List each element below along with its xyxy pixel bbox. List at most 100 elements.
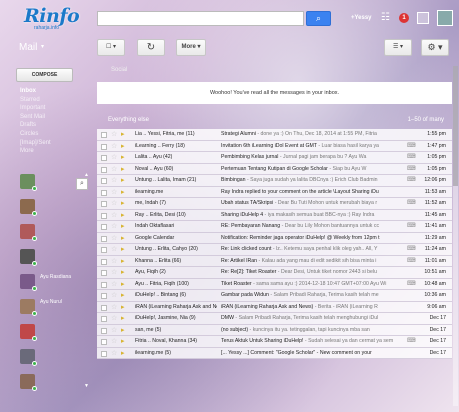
star-icon[interactable]: ☆ (111, 325, 117, 337)
star-icon[interactable]: ☆ (111, 141, 117, 153)
star-icon[interactable]: ☆ (111, 198, 117, 210)
row-checkbox[interactable] (101, 143, 107, 150)
star-icon[interactable]: ☆ (111, 164, 117, 176)
table-row[interactable]: ☆ ▸ Noval .. Ayu (60) Pertemuan Tentang Kut… (97, 163, 452, 176)
chat-contact[interactable] (18, 222, 92, 246)
sidebar-item-imap-sent[interactable]: [Imap]/Sent (20, 139, 80, 148)
star-icon[interactable]: ☆ (111, 256, 117, 268)
table-row[interactable]: ☆ ▸ Lalita .. Ayu (42) Pembimbing Kelas jur… (97, 152, 452, 164)
row-checkbox[interactable] (101, 339, 107, 345)
row-checkbox[interactable] (101, 132, 107, 138)
importance-marker-icon[interactable]: ▸ (121, 325, 125, 337)
chat-contact[interactable]: Ayu Rasdiana (18, 272, 92, 296)
more-button[interactable]: More ▾ (176, 39, 206, 56)
importance-marker-icon[interactable]: ▸ (121, 313, 125, 325)
row-checkbox[interactable] (101, 281, 107, 288)
importance-marker-icon[interactable]: ▸ (121, 198, 125, 210)
row-checkbox[interactable] (101, 258, 107, 265)
row-checkbox[interactable] (101, 304, 107, 311)
table-row[interactable]: ☆ ▸ iDuHelp!, Jasmine, Nia (9) DMW - Salam … (97, 313, 452, 325)
table-row[interactable]: ☆ ▸ Khanna .. Erlita (66) Re: Artikel IRan … (97, 255, 452, 268)
importance-marker-icon[interactable]: ▸ (121, 348, 125, 360)
row-checkbox[interactable] (101, 247, 107, 253)
row-checkbox[interactable] (101, 327, 107, 334)
section-header[interactable]: Social (97, 66, 447, 78)
table-row[interactable]: ☆▸iRAN (iLearning Raharja Ask and News)i… (97, 301, 452, 314)
sidebar-item-circles[interactable]: Circles (20, 130, 80, 139)
share-icon[interactable] (417, 12, 429, 24)
search-input[interactable] (97, 11, 304, 26)
row-checkbox[interactable] (101, 293, 107, 299)
importance-marker-icon[interactable]: ▸ (121, 129, 125, 141)
notification-badge[interactable]: 1 (399, 13, 409, 23)
table-row[interactable]: ☆ ▸ Ayu .. Fitria, Fiqih (100) Tiket Roaste… (97, 278, 452, 291)
user-name-link[interactable]: +Yessy (351, 15, 372, 21)
table-row[interactable]: ☆ ▸ ilearning.me Ray Indra replied to your … (97, 186, 452, 199)
search-button[interactable]: ⌕ (306, 11, 331, 26)
star-icon[interactable]: ☆ (111, 290, 117, 302)
chat-contact[interactable] (18, 372, 92, 396)
importance-marker-icon[interactable]: ▸ (121, 164, 125, 176)
refresh-button[interactable]: ↻ (137, 39, 165, 56)
importance-marker-icon[interactable]: ▸ (121, 221, 125, 233)
main-scrollbar[interactable] (453, 66, 458, 406)
star-icon[interactable]: ☆ (111, 267, 117, 279)
row-checkbox[interactable] (101, 201, 107, 207)
importance-marker-icon[interactable]: ▸ (121, 336, 125, 348)
table-row[interactable]: ☆ ▸ Lia .. Yessi, Fitria, me (11) Strategi … (97, 129, 452, 141)
star-icon[interactable]: ☆ (111, 348, 117, 360)
importance-marker-icon[interactable]: ▸ (121, 210, 125, 222)
star-icon[interactable]: ☆ (111, 244, 117, 256)
compose-button[interactable]: COMPOSE (16, 68, 73, 82)
row-checkbox[interactable] (101, 166, 107, 173)
table-row[interactable]: ☆ ▸ san, me (5) (no subject) - kuncinya itu… (97, 324, 452, 337)
table-row[interactable]: ☆ ▸ Ray .. Erlita, Desi (10) Sharing iDuHel… (97, 209, 452, 222)
scrollbar-thumb[interactable] (453, 66, 458, 186)
row-checkbox[interactable] (101, 224, 107, 230)
importance-marker-icon[interactable]: ▸ (121, 175, 125, 187)
chat-contact[interactable] (18, 247, 92, 271)
row-checkbox[interactable] (101, 270, 107, 276)
sidebar-item-inbox[interactable]: Inbox (20, 87, 80, 96)
importance-marker-icon[interactable]: ▸ (121, 244, 125, 256)
section-title[interactable]: Everything else (108, 117, 149, 123)
importance-marker-icon[interactable]: ▸ (121, 290, 125, 302)
table-row[interactable]: ☆ ▸ Untung .. Lalita, Imam (21) Bimbingan -… (97, 175, 452, 187)
settings-button[interactable]: ⚙ ▾ (421, 39, 449, 56)
sidebar-item-important[interactable]: Important (20, 104, 80, 113)
star-icon[interactable]: ☆ (111, 187, 117, 199)
table-row[interactable]: ☆ ▸ Google Calendar Notification: Reminder … (97, 232, 452, 245)
importance-marker-icon[interactable]: ▸ (121, 256, 125, 268)
account-avatar[interactable] (437, 10, 453, 26)
importance-marker-icon[interactable]: ▸ (121, 267, 125, 279)
table-row[interactable]: ☆ ▸ ilearning.me (5) [... Yessy ...] Commen… (97, 347, 452, 360)
table-row[interactable]: ☆ ▸ Indah Oktaflasari RE: Pembayaran Nanang… (97, 221, 452, 233)
importance-marker-icon[interactable]: ▸ (121, 302, 125, 314)
star-icon[interactable]: ☆ (111, 313, 117, 325)
apps-grid-icon[interactable]: ☷ (381, 12, 390, 23)
sidebar-item-sent[interactable]: Sent Mail (20, 113, 80, 122)
chevron-down-icon[interactable]: ▾ (41, 43, 44, 50)
scroll-down-icon[interactable]: ▼ (84, 383, 90, 391)
row-checkbox[interactable] (101, 178, 107, 184)
star-icon[interactable]: ☆ (111, 175, 117, 187)
table-row[interactable]: ☆ ▸ me, Indah (7) Ubah status TA/Skripsi - … (97, 198, 452, 210)
star-icon[interactable]: ☆ (111, 210, 117, 222)
star-icon[interactable]: ☆ (111, 233, 117, 245)
row-checkbox[interactable] (101, 155, 107, 161)
sidebar-item-drafts[interactable]: Drafts (20, 121, 80, 130)
scroll-up-icon[interactable]: ▲ (84, 172, 90, 180)
chat-contact[interactable]: Ayu Nurul (18, 297, 92, 321)
row-checkbox[interactable] (101, 316, 107, 322)
row-checkbox[interactable] (101, 212, 107, 219)
row-checkbox[interactable] (101, 189, 107, 196)
table-row[interactable]: ☆ ▸ iDuHelp! .. Bintang (6) Gambar pada Wid… (97, 290, 452, 302)
importance-marker-icon[interactable]: ▸ (121, 279, 125, 291)
importance-marker-icon[interactable]: ▸ (121, 152, 125, 164)
table-row[interactable]: ☆ ▸ Ayu, Fiqih (2) Re: Re[2]: Tiket Roaster… (97, 267, 452, 279)
table-row[interactable]: ☆ ▸ Untung .. Erlita, Cahyo (20) Re: Link c… (97, 244, 452, 256)
importance-marker-icon[interactable]: ▸ (121, 141, 125, 153)
mail-switcher[interactable]: Mail (19, 42, 37, 53)
row-checkbox[interactable] (101, 350, 107, 357)
chat-contact[interactable] (18, 197, 92, 221)
